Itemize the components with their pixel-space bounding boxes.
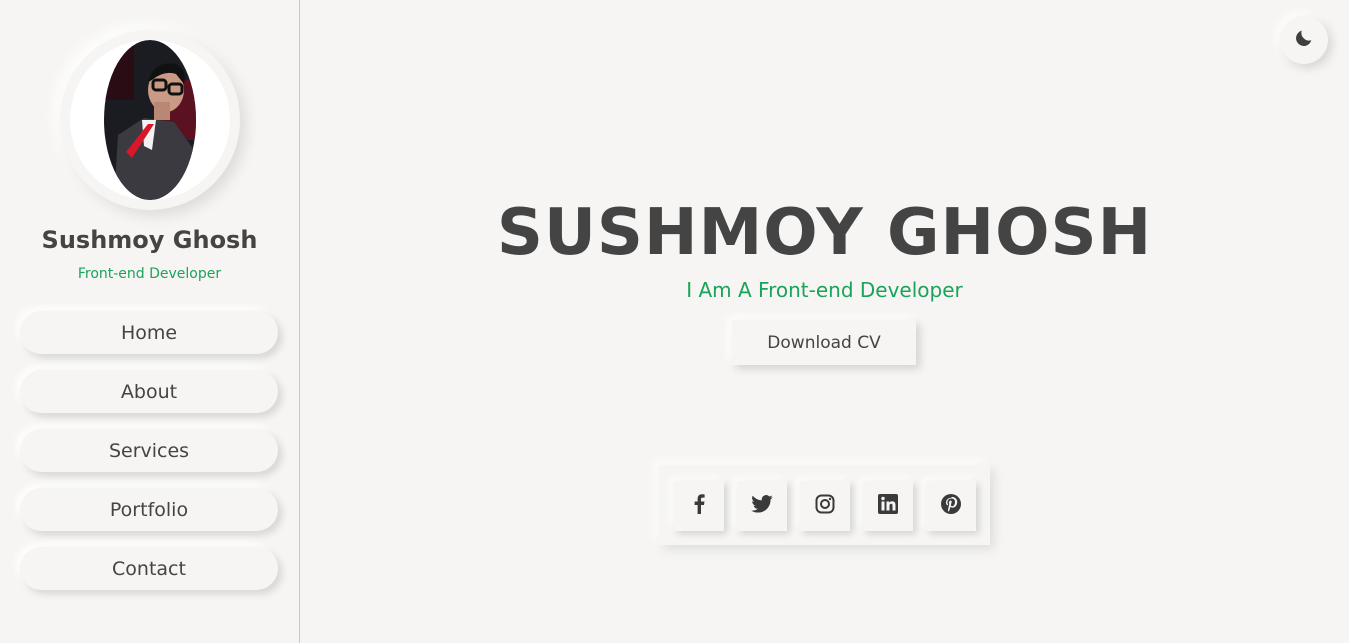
theme-toggle-button[interactable] [1280, 16, 1328, 64]
instagram-button[interactable] [800, 481, 850, 531]
pinterest-button[interactable] [926, 481, 976, 531]
sidebar: Sushmoy Ghosh Front-end Developer Home A… [0, 0, 300, 643]
avatar-frame [60, 30, 240, 210]
profile-name: Sushmoy Ghosh [41, 226, 258, 254]
nav-item-contact[interactable]: Contact [20, 547, 278, 590]
facebook-button[interactable] [674, 481, 724, 531]
moon-icon [1293, 27, 1315, 53]
avatar [104, 40, 196, 200]
download-cv-button[interactable]: Download CV [732, 320, 916, 365]
instagram-icon [815, 494, 835, 518]
twitter-button[interactable] [737, 481, 787, 531]
linkedin-icon [878, 494, 898, 518]
nav-item-portfolio[interactable]: Portfolio [20, 488, 278, 531]
nav-item-services[interactable]: Services [20, 429, 278, 472]
facebook-icon [693, 494, 705, 518]
twitter-icon [751, 495, 773, 517]
nav-item-about[interactable]: About [20, 370, 278, 413]
nav-item-home[interactable]: Home [20, 311, 278, 354]
hero-title: SUSHMOY GHOSH [496, 196, 1153, 270]
avatar-backdrop [70, 40, 230, 200]
hero-subtitle: I Am A Front-end Developer [686, 278, 963, 302]
pinterest-icon [941, 494, 961, 518]
profile-role: Front-end Developer [77, 266, 222, 282]
sidebar-nav: Home About Services Portfolio Contact [20, 311, 278, 606]
linkedin-button[interactable] [863, 481, 913, 531]
social-links [659, 465, 990, 545]
